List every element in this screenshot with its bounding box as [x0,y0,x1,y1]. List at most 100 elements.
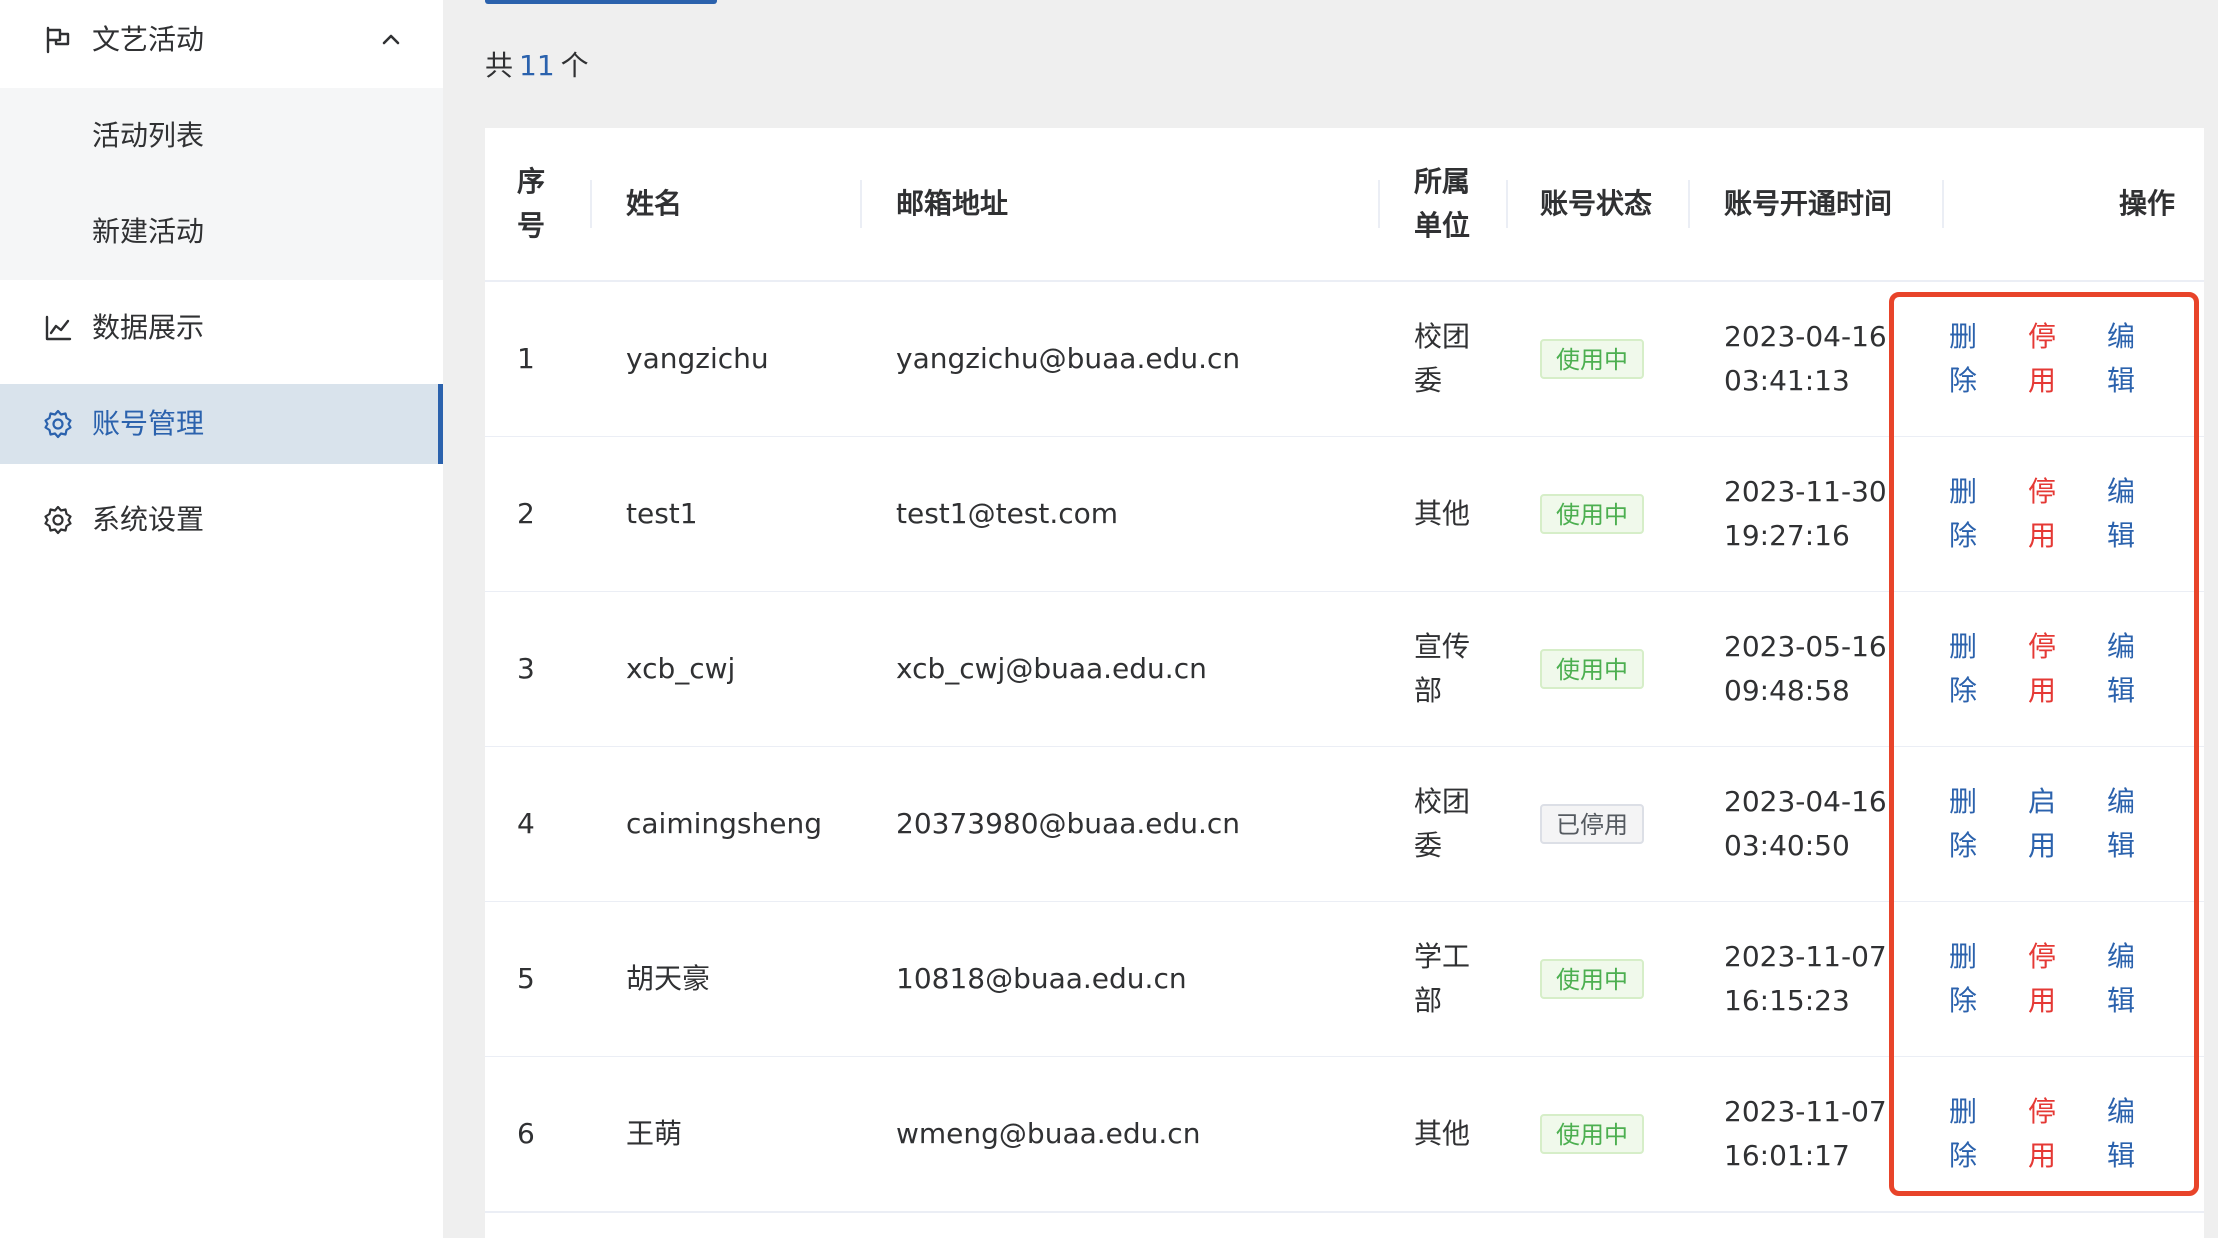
opened-date: 2023-11-07 [1724,1095,1887,1128]
status-badge: 使用中 [1540,959,1644,999]
cell-unit: 其他 [1414,1117,1471,1150]
cell-email: test1@test.com [896,497,1119,530]
status-badge: 已停用 [1540,804,1644,844]
cell-index: 6 [517,1117,535,1150]
toggle-status-button[interactable]: 停用 [2024,1057,2060,1211]
column-divider [1506,180,1508,228]
edit-label: 编辑 [2106,940,2135,1017]
column-divider [590,180,592,228]
opened-date: 2023-05-16 [1724,630,1887,663]
sidebar-item-label: 活动列表 [92,119,205,152]
delete-label: 删除 [1948,785,1977,862]
opened-time: 19:27:16 [1724,519,1850,552]
table-header: 序号 姓名 邮箱地址 所属单位 账号状态 账号开通时间 操作 [485,128,2204,282]
flag-icon [46,26,70,54]
cell-opened-time: 2023-04-16 03:40:50 [1724,747,1924,901]
cell-status: 使用中 [1540,902,1680,1056]
delete-button[interactable]: 删除 [1945,902,1981,1056]
cell-index: 4 [517,807,535,840]
header-name: 姓名 [626,187,683,220]
column-divider [860,180,862,228]
toggle-status-button[interactable]: 停用 [2024,902,2060,1056]
toggle-status-button[interactable]: 停用 [2024,282,2060,436]
toggle-label: 停用 [2027,475,2056,552]
cell-name: caimingsheng [626,807,822,840]
cell-unit: 宣传部 [1414,630,1471,707]
header-actions: 操作 [2118,187,2175,220]
edit-button[interactable]: 编辑 [2103,592,2139,746]
status-badge: 使用中 [1540,649,1644,689]
sidebar-item-activity-list[interactable]: 活动列表 [0,88,443,184]
toggle-label: 停用 [2027,630,2056,707]
edit-button[interactable]: 编辑 [2103,437,2139,591]
opened-time: 03:41:13 [1724,364,1850,397]
edit-button[interactable]: 编辑 [2103,282,2139,436]
sidebar-item-label: 数据展示 [92,311,205,344]
cell-status: 使用中 [1540,592,1680,746]
cell-name: yangzichu [626,342,769,375]
cell-unit: 校团委 [1414,320,1471,397]
cell-opened-time: 2023-11-07 16:01:17 [1724,1057,1924,1211]
edit-button[interactable]: 编辑 [2103,747,2139,901]
cell-name: test1 [626,497,698,530]
sidebar-item-data-display[interactable]: 数据展示 [0,288,443,368]
column-divider [1942,180,1944,228]
delete-button[interactable]: 删除 [1945,747,1981,901]
header-index: 序号 [517,165,546,242]
table-row: 5 胡天豪 10818@buaa.edu.cn 学工部 使用中 2023-11-… [485,902,2204,1058]
chevron-up-icon[interactable] [375,24,407,56]
edit-button[interactable]: 编辑 [2103,1057,2139,1211]
sidebar-item-account-management[interactable]: 账号管理 [0,384,443,464]
table-row: 3 xcb_cwj xcb_cwj@buaa.edu.cn 宣传部 使用中 20… [485,592,2204,748]
table-row: 2 test1 test1@test.com 其他 使用中 2023-11-30… [485,437,2204,593]
table-row: 6 王萌 wmeng@buaa.edu.cn 其他 使用中 2023-11-07… [485,1057,2204,1213]
activities-submenu: 活动列表 新建活动 [0,88,443,280]
delete-button[interactable]: 删除 [1945,1057,1981,1211]
delete-button[interactable]: 删除 [1945,282,1981,436]
status-badge: 使用中 [1540,339,1644,379]
toggle-status-button[interactable]: 停用 [2024,437,2060,591]
edit-label: 编辑 [2106,785,2135,862]
cell-email: wmeng@buaa.edu.cn [896,1117,1201,1150]
total-number: 11 [519,49,555,82]
cell-opened-time: 2023-05-16 09:48:58 [1724,592,1924,746]
sidebar-item-system-settings[interactable]: 系统设置 [0,480,443,560]
cell-email: xcb_cwj@buaa.edu.cn [896,652,1207,685]
status-badge: 使用中 [1540,494,1644,534]
cell-name: xcb_cwj [626,652,736,685]
menu-activities[interactable]: 文艺活动 [0,0,443,80]
top-button-edge [485,0,717,4]
gear-icon [44,505,72,535]
toggle-label: 停用 [2027,940,2056,1017]
total-prefix: 共 [485,49,514,82]
edit-label: 编辑 [2106,320,2135,397]
opened-date: 2023-11-30 [1724,475,1887,508]
edit-button[interactable]: 编辑 [2103,902,2139,1056]
menu-activities-label: 文艺活动 [92,23,205,56]
sidebar-item-new-activity[interactable]: 新建活动 [0,184,443,280]
header-opened-time: 账号开通时间 [1724,187,1893,220]
header-unit: 所属单位 [1414,165,1471,242]
delete-button[interactable]: 删除 [1945,437,1981,591]
edit-label: 编辑 [2106,1095,2135,1172]
cell-status: 已停用 [1540,747,1680,901]
header-email: 邮箱地址 [896,187,1009,220]
opened-date: 2023-04-16 [1724,785,1887,818]
toggle-status-button[interactable]: 停用 [2024,592,2060,746]
cell-email: 20373980@buaa.edu.cn [896,807,1241,840]
cell-unit: 其他 [1414,497,1471,530]
cell-unit: 校团委 [1414,785,1471,862]
opened-time: 16:01:17 [1724,1139,1850,1172]
table-row: 1 yangzichu yangzichu@buaa.edu.cn 校团委 使用… [485,282,2204,438]
cell-status: 使用中 [1540,1057,1680,1211]
delete-button[interactable]: 删除 [1945,592,1981,746]
header-status: 账号状态 [1540,187,1653,220]
cell-index: 2 [517,497,535,530]
opened-time: 16:15:23 [1724,984,1850,1017]
toggle-status-button[interactable]: 启用 [2024,747,2060,901]
gear-icon [44,409,72,439]
cell-opened-time: 2023-04-16 03:41:13 [1724,282,1924,436]
opened-date: 2023-04-16 [1724,320,1887,353]
cell-email: 10818@buaa.edu.cn [896,962,1187,995]
cell-index: 5 [517,962,535,995]
